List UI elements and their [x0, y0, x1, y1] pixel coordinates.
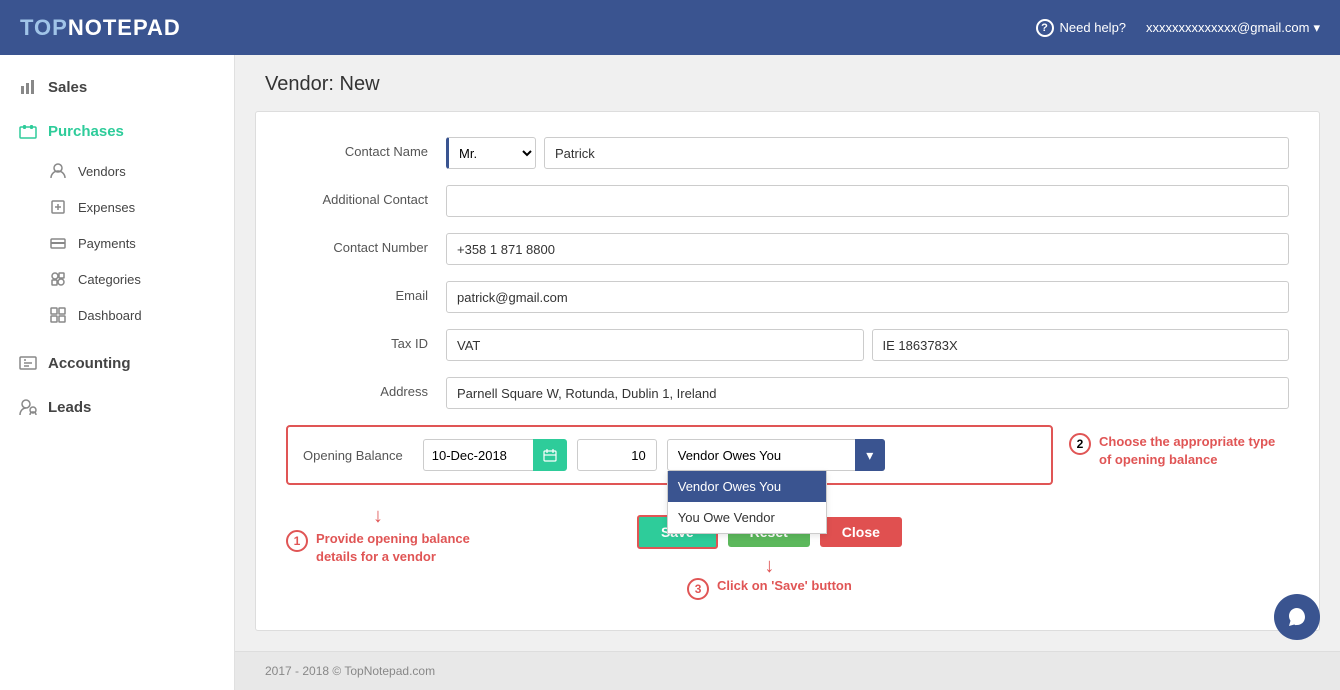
address-label: Address	[286, 377, 446, 399]
contact-name-row: Contact Name Mr. Mrs. Ms. Dr.	[286, 137, 1289, 169]
leads-icon	[18, 397, 38, 417]
leads-label: Leads	[48, 399, 91, 416]
contact-name-label: Contact Name	[286, 137, 446, 159]
categories-label: Categories	[78, 272, 141, 287]
first-name-input[interactable]	[544, 137, 1289, 169]
header: TopNotepad ? Need help? xxxxxxxxxxxxxx@g…	[0, 0, 1340, 55]
help-icon: ?	[1036, 19, 1054, 37]
sidebar-item-dashboard[interactable]: Dashboard	[48, 297, 234, 333]
close-button[interactable]: Close	[820, 517, 902, 547]
calendar-button[interactable]	[533, 439, 567, 471]
sidebar-item-leads[interactable]: Leads	[0, 385, 234, 429]
ob-amount-input[interactable]	[577, 439, 657, 471]
tax-number-input[interactable]	[872, 329, 1290, 361]
annotation-1: 1 Provide opening balancedetails for a v…	[286, 530, 470, 566]
payments-icon	[48, 233, 68, 253]
chat-bubble-button[interactable]	[1274, 594, 1320, 640]
vendors-icon	[48, 161, 68, 181]
expenses-icon	[48, 197, 68, 217]
annotation-1-text: Provide opening balancedetails for a ven…	[316, 530, 470, 566]
sidebar-item-accounting[interactable]: Accounting	[0, 341, 234, 385]
additional-contact-label: Additional Contact	[286, 185, 446, 207]
sidebar-item-expenses[interactable]: Expenses	[48, 189, 234, 225]
accounting-label: Accounting	[48, 355, 131, 372]
ob-option-you-owe-vendor[interactable]: You Owe Vendor	[668, 502, 826, 533]
ob-type-dropdown-list: Vendor Owes You You Owe Vendor	[667, 471, 827, 534]
annotation-2-circle: 2	[1069, 433, 1091, 455]
logo-top: Top	[20, 15, 68, 40]
ob-type-input[interactable]	[667, 439, 885, 471]
app-layout: Sales Purchases	[0, 55, 1340, 690]
contact-number-input[interactable]	[446, 233, 1289, 265]
expenses-label: Expenses	[78, 200, 135, 215]
purchases-icon	[18, 121, 38, 141]
sidebar-item-payments[interactable]: Payments	[48, 225, 234, 261]
annotation-3: 3 Click on 'Save' button	[687, 578, 852, 600]
purchases-label: Purchases	[48, 123, 124, 140]
annotation-2: 2 Choose the appropriate typeof opening …	[1069, 425, 1289, 469]
annotation-1-wrapper: ↓ 1 Provide opening balancedetails for a…	[286, 505, 470, 566]
dropdown-arrow-icon: ▾	[1313, 20, 1320, 36]
ob-option-vendor-owes-you[interactable]: Vendor Owes You	[668, 471, 826, 502]
dashboard-icon	[48, 305, 68, 325]
contact-number-row: Contact Number	[286, 233, 1289, 265]
annotation-3-circle: 3	[687, 578, 709, 600]
additional-contact-row: Additional Contact	[286, 185, 1289, 217]
sidebar-item-vendors[interactable]: Vendors	[48, 153, 234, 189]
down-arrow-3: ↓	[764, 555, 774, 578]
sidebar-item-purchases[interactable]: Purchases	[0, 109, 234, 153]
sales-icon	[18, 77, 38, 97]
payments-label: Payments	[78, 236, 136, 251]
logo-notepad: Notepad	[68, 15, 181, 40]
email-input[interactable]	[446, 281, 1289, 313]
down-arrow-1: ↓	[373, 505, 383, 528]
contact-number-label: Contact Number	[286, 233, 446, 255]
categories-icon	[48, 269, 68, 289]
tax-fields	[446, 329, 1289, 361]
sidebar-item-sales[interactable]: Sales	[0, 65, 234, 109]
tax-type-input[interactable]	[446, 329, 864, 361]
address-input[interactable]	[446, 377, 1289, 409]
opening-balance-section: Opening Balance	[286, 425, 1053, 485]
ob-type-dropdown-wrapper: ▾ Vendor Owes You You Owe Vendor	[667, 439, 885, 471]
title-select[interactable]: Mr. Mrs. Ms. Dr.	[446, 137, 536, 169]
user-email[interactable]: xxxxxxxxxxxxxx@gmail.com ▾	[1146, 20, 1320, 36]
annotation-2-text: Choose the appropriate typeof opening ba…	[1099, 433, 1275, 469]
app-logo: TopNotepad	[20, 15, 181, 41]
main-content: Vendor: New Contact Name Mr. Mrs. Ms. Dr…	[235, 55, 1340, 690]
need-help-label: Need help?	[1060, 20, 1127, 35]
contact-name-fields: Mr. Mrs. Ms. Dr.	[446, 137, 1289, 169]
sidebar: Sales Purchases	[0, 55, 235, 690]
email-row: Email	[286, 281, 1289, 313]
footer-text: 2017 - 2018 © TopNotepad.com	[265, 664, 435, 678]
tax-id-label: Tax ID	[286, 329, 446, 351]
annotation-3-text: Click on 'Save' button	[717, 578, 852, 593]
tax-id-row: Tax ID	[286, 329, 1289, 361]
email-label: Email	[286, 281, 446, 303]
sidebar-item-categories[interactable]: Categories	[48, 261, 234, 297]
page-title: Vendor: New	[235, 55, 1340, 111]
vendor-form: Contact Name Mr. Mrs. Ms. Dr. Additional…	[255, 111, 1320, 631]
dashboard-label: Dashboard	[78, 308, 142, 323]
ob-date-wrapper	[423, 439, 567, 471]
annotation-3-wrapper: ↓ 3 Click on 'Save' button	[687, 555, 852, 600]
footer: 2017 - 2018 © TopNotepad.com	[235, 651, 1340, 690]
annotation-1-circle: 1	[286, 530, 308, 552]
sales-label: Sales	[48, 79, 87, 96]
additional-contact-input[interactable]	[446, 185, 1289, 217]
accounting-icon	[18, 353, 38, 373]
ob-date-input[interactable]	[423, 439, 533, 471]
email-text: xxxxxxxxxxxxxx@gmail.com	[1146, 20, 1309, 35]
need-help[interactable]: ? Need help?	[1036, 19, 1127, 37]
vendors-label: Vendors	[78, 164, 126, 179]
opening-balance-label: Opening Balance	[303, 448, 403, 463]
purchases-subitems: Vendors Expenses Payment	[0, 153, 234, 333]
address-row: Address	[286, 377, 1289, 409]
header-right: ? Need help? xxxxxxxxxxxxxx@gmail.com ▾	[1036, 19, 1320, 37]
